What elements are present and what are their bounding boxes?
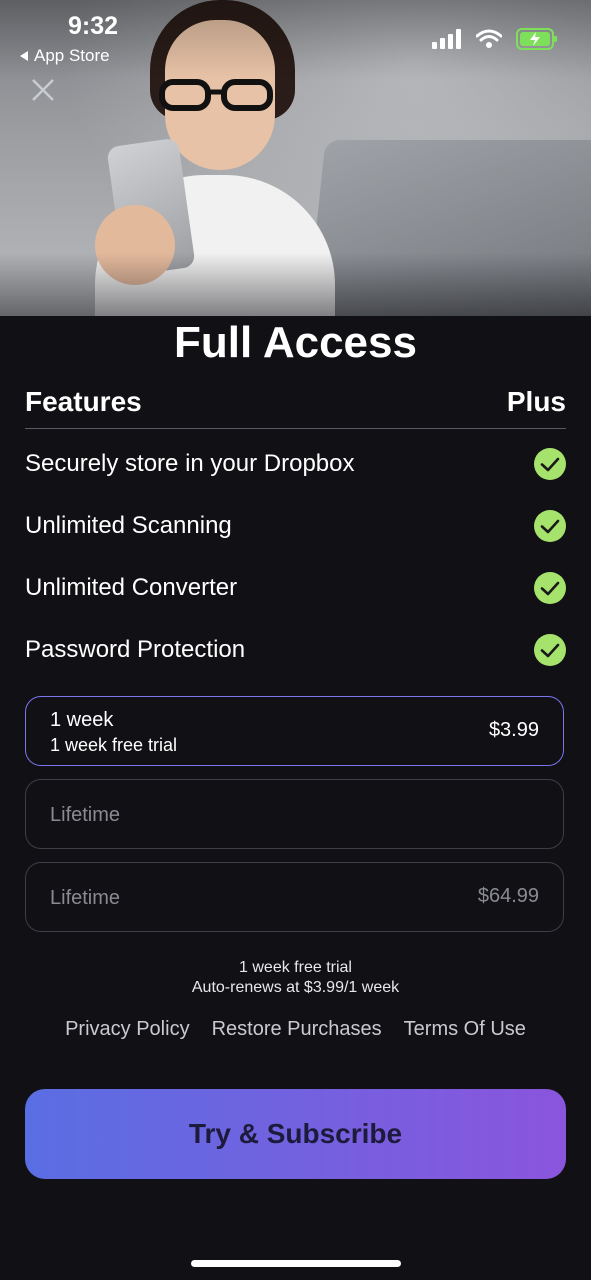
plan-option-lifetime[interactable]: Lifetime: [25, 779, 564, 849]
restore-purchases-link[interactable]: Restore Purchases: [212, 1018, 382, 1041]
plan-name: Lifetime: [50, 804, 121, 826]
feature-row: Unlimited Scanning: [25, 506, 566, 546]
checkmark-icon: [534, 448, 566, 480]
back-app-label: App Store: [34, 46, 110, 65]
trial-note: 1 week free trial Auto-renews at $3.99/1…: [0, 958, 591, 998]
checkmark-icon: [534, 634, 566, 666]
feature-row: Securely store in your Dropbox: [25, 444, 566, 484]
plan-option-lifetime[interactable]: Lifetime $64.99: [25, 862, 564, 932]
plan-name: Lifetime: [50, 887, 121, 909]
feature-label: Unlimited Converter: [25, 574, 238, 601]
home-indicator[interactable]: [191, 1260, 401, 1267]
wifi-icon: [476, 29, 502, 48]
battery-charging-icon: [516, 28, 557, 50]
back-to-app-store-link[interactable]: App Store: [20, 46, 110, 66]
trial-note-line1: 1 week free trial: [239, 959, 352, 976]
plus-header-label: Plus: [506, 386, 566, 417]
terms-of-use-link[interactable]: Terms Of Use: [404, 1018, 526, 1041]
plan-subtitle: 1 week free trial: [50, 735, 178, 755]
privacy-policy-link[interactable]: Privacy Policy: [65, 1018, 189, 1041]
subscribe-button[interactable]: Try & Subscribe: [25, 1089, 566, 1179]
checkmark-icon: [534, 510, 566, 542]
plan-price: $3.99: [488, 719, 539, 741]
status-time: 9:32: [68, 12, 119, 40]
features-divider: [25, 428, 566, 429]
feature-label: Securely store in your Dropbox: [25, 450, 355, 477]
legal-links: Privacy Policy Restore Purchases Terms O…: [0, 1018, 591, 1041]
trial-note-line2: Auto-renews at $3.99/1 week: [191, 979, 400, 996]
plan-name: 1 week: [50, 709, 114, 731]
subscribe-button-label: Try & Subscribe: [188, 1118, 403, 1149]
plan-price: $64.99: [477, 885, 539, 907]
feature-label: Unlimited Scanning: [25, 512, 232, 539]
page-title: Full Access: [174, 318, 417, 367]
features-header: Features Plus: [25, 386, 566, 418]
feature-row: Password Protection: [25, 630, 566, 670]
feature-row: Unlimited Converter: [25, 568, 566, 608]
features-header-label: Features: [25, 386, 142, 417]
close-icon[interactable]: [28, 75, 58, 105]
feature-label: Password Protection: [25, 636, 246, 663]
back-arrow-icon: [20, 51, 28, 61]
checkmark-icon: [534, 572, 566, 604]
cellular-signal-icon: [432, 29, 461, 49]
plan-option-1-week[interactable]: 1 week 1 week free trial $3.99: [25, 696, 564, 766]
status-icons: [432, 28, 558, 50]
